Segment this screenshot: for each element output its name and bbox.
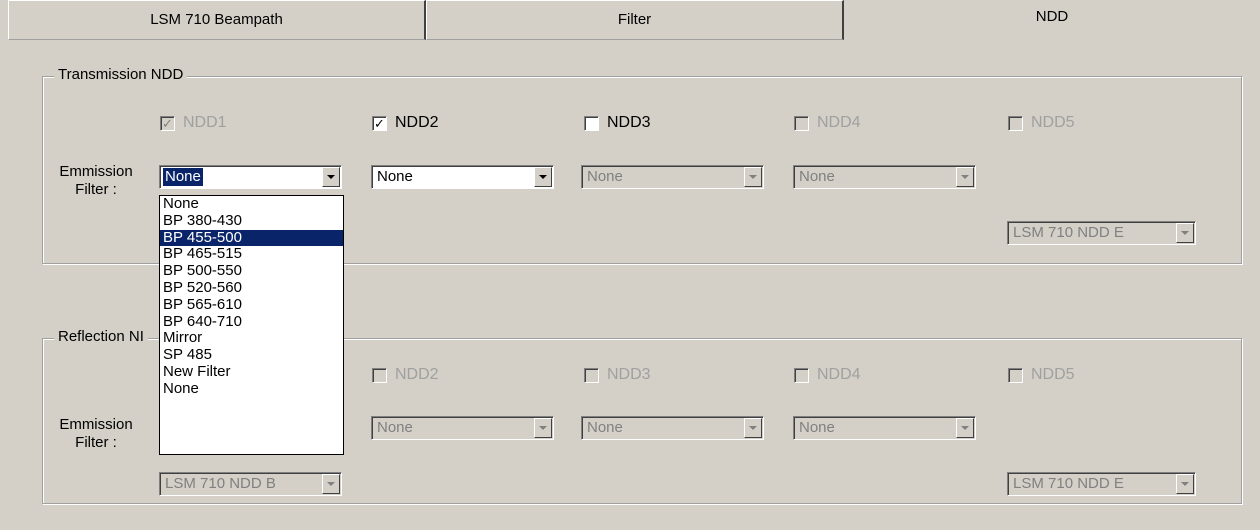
dropdown-button[interactable]	[744, 418, 762, 438]
select-value: None	[163, 168, 203, 186]
checkbox-label: NDD5	[1031, 114, 1075, 131]
dropdown-option[interactable]: BP 500-550	[160, 262, 343, 280]
reflection-ndd-legend: Reflection NI	[54, 328, 148, 345]
chevron-down-icon	[327, 175, 335, 179]
select-value: None	[799, 168, 835, 185]
transmission-filter-select-4[interactable]: None	[793, 165, 976, 189]
dropdown-option[interactable]: BP 465-515	[160, 246, 343, 263]
dropdown-option[interactable]: BP 520-560	[160, 279, 343, 297]
chevron-down-icon	[327, 482, 335, 486]
dropdown-option[interactable]: Mirror	[160, 330, 343, 347]
checkbox-label: NDD5	[1031, 366, 1075, 383]
tab-lsm-710-beampath[interactable]: LSM 710 Beampath	[8, 0, 426, 40]
checkbox-label: NDD4	[817, 114, 861, 131]
dropdown-option[interactable]: None	[160, 380, 343, 398]
transmission-ndd1-checkbox[interactable]: ✓ NDD1	[160, 113, 227, 133]
select-value: None	[799, 419, 835, 436]
chevron-down-icon	[961, 426, 969, 430]
dropdown-option[interactable]: BP 640-710	[160, 313, 343, 331]
checkbox-empty-icon	[372, 367, 387, 383]
dropdown-option[interactable]: New Filter	[160, 363, 343, 381]
chevron-down-icon	[1181, 482, 1189, 486]
select-value: None	[587, 419, 623, 436]
transmission-ndd2-checkbox[interactable]: ✓ NDD2	[372, 113, 439, 133]
dropdown-button[interactable]	[534, 418, 552, 438]
checkmark-icon: ✓	[160, 115, 175, 131]
tab-ndd[interactable]: NDD	[844, 0, 1260, 40]
reflection-filter-select-4[interactable]: None	[793, 416, 976, 440]
filter-dropdown-list[interactable]: None BP 380-430 BP 455-500 BP 465-515 BP…	[159, 195, 344, 455]
dropdown-button[interactable]	[322, 474, 340, 494]
tab-label: Filter	[617, 11, 652, 28]
dropdown-option-highlighted[interactable]: BP 455-500	[160, 229, 343, 247]
dropdown-button[interactable]	[1176, 474, 1194, 494]
dropdown-option[interactable]: None	[160, 195, 343, 213]
checkbox-empty-icon	[794, 115, 809, 131]
dropdown-option[interactable]: BP 565-610	[160, 296, 343, 314]
dropdown-button[interactable]	[956, 418, 974, 438]
dropdown-button[interactable]	[534, 167, 552, 187]
tab-label: NDD	[1035, 8, 1069, 25]
chevron-down-icon	[539, 426, 547, 430]
select-value: None	[587, 168, 623, 185]
transmission-ndd3-checkbox[interactable]: NDD3	[584, 113, 651, 133]
tab-filter[interactable]: Filter	[426, 0, 844, 40]
chevron-down-icon	[749, 426, 757, 430]
dropdown-button[interactable]	[956, 167, 974, 187]
checkbox-empty-icon	[584, 367, 599, 383]
checkbox-label: NDD2	[395, 366, 439, 383]
select-value: None	[377, 168, 413, 185]
dropdown-option[interactable]: SP 485	[160, 346, 343, 364]
dropdown-button[interactable]	[1176, 223, 1194, 243]
checkbox-label: NDD3	[607, 114, 651, 131]
checkmark-icon: ✓	[372, 115, 387, 131]
checkbox-label: NDD3	[607, 366, 651, 383]
checkbox-empty-icon	[1008, 115, 1023, 131]
select-value: None	[377, 419, 413, 436]
select-value: LSM 710 NDD B	[165, 475, 276, 492]
checkbox-empty-icon	[794, 367, 809, 383]
reflection-ndd3-checkbox[interactable]: NDD3	[584, 365, 651, 385]
dropdown-option[interactable]: BP 380-430	[160, 212, 343, 230]
dropdown-button[interactable]	[322, 167, 340, 187]
chevron-down-icon	[1181, 231, 1189, 235]
reflection-detector-select-right[interactable]: LSM 710 NDD E	[1007, 472, 1196, 496]
checkbox-label: NDD4	[817, 366, 861, 383]
select-value: LSM 710 NDD E	[1013, 224, 1124, 241]
reflection-ndd2-checkbox[interactable]: NDD2	[372, 365, 439, 385]
checkbox-label: NDD1	[183, 114, 227, 131]
checkbox-empty-icon	[1008, 367, 1023, 383]
transmission-filter-select-3[interactable]: None	[581, 165, 764, 189]
tab-label: LSM 710 Beampath	[150, 11, 283, 28]
emission-filter-label: Emmission Filter :	[59, 163, 133, 198]
transmission-filter-select-2[interactable]: None	[371, 165, 554, 189]
reflection-detector-select-left[interactable]: LSM 710 NDD B	[159, 472, 342, 496]
transmission-filter-select-1[interactable]: None	[159, 165, 342, 189]
reflection-ndd4-checkbox[interactable]: NDD4	[794, 365, 861, 385]
reflection-ndd5-checkbox[interactable]: NDD5	[1008, 365, 1075, 385]
dropdown-button[interactable]	[744, 167, 762, 187]
reflection-filter-select-3[interactable]: None	[581, 416, 764, 440]
chevron-down-icon	[749, 175, 757, 179]
chevron-down-icon	[961, 175, 969, 179]
emission-filter-label: Emmission Filter :	[59, 416, 133, 451]
transmission-detector-select[interactable]: LSM 710 NDD E	[1007, 221, 1196, 245]
select-value: LSM 710 NDD E	[1013, 475, 1124, 492]
transmission-ndd4-checkbox[interactable]: NDD4	[794, 113, 861, 133]
transmission-ndd-legend: Transmission NDD	[54, 66, 188, 83]
checkbox-empty-icon	[584, 115, 599, 131]
reflection-filter-select-2[interactable]: None	[371, 416, 554, 440]
transmission-ndd5-checkbox[interactable]: NDD5	[1008, 113, 1075, 133]
chevron-down-icon	[539, 175, 547, 179]
checkbox-label: NDD2	[395, 114, 439, 131]
